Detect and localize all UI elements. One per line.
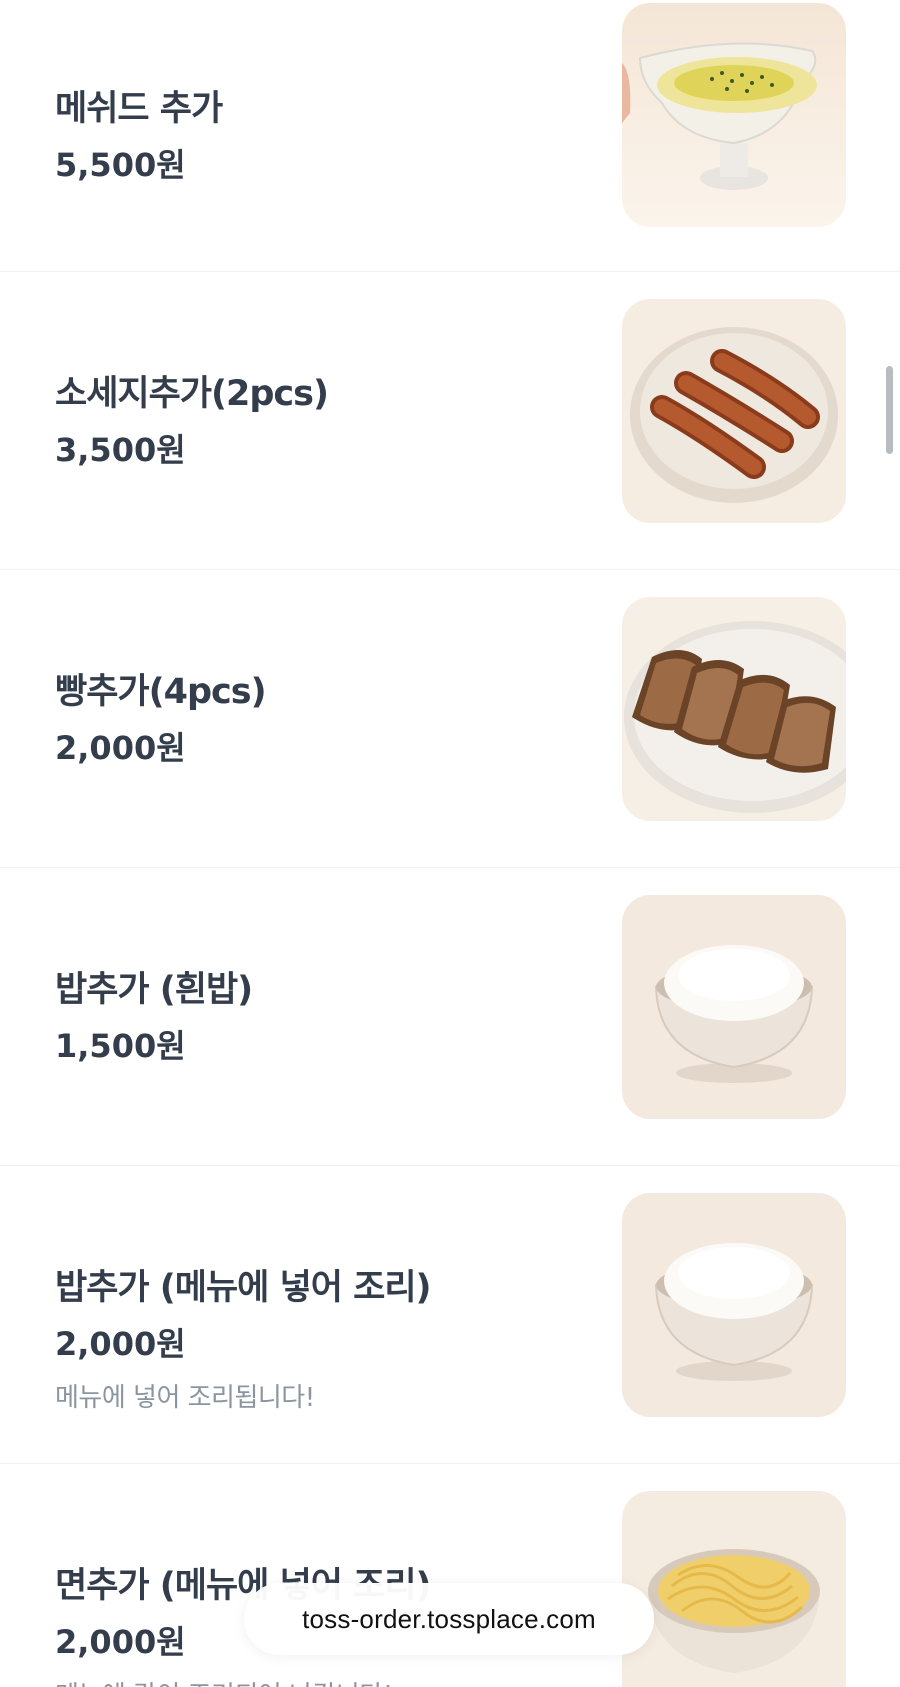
- menu-item-image[interactable]: [622, 1193, 846, 1417]
- menu-item-image[interactable]: [622, 1491, 846, 1687]
- menu-item-name: 메쉬드 추가: [55, 88, 223, 129]
- bread-slices-plate-icon: [622, 597, 846, 821]
- rice-bowl-icon: [622, 895, 846, 1119]
- menu-item-price: 2,000원: [55, 1324, 186, 1363]
- menu-item-image[interactable]: [622, 597, 846, 821]
- menu-item-name: 빵추가(4pcs): [55, 671, 267, 712]
- menu-item-description: 메뉴에 같이 조리되어 나갑니다!: [55, 1678, 595, 1687]
- menu-page: 메쉬드 추가 5,500원 소세지추가(2pcs) 3,500원 빵추가(4pc…: [0, 0, 900, 1687]
- menu-item-name: 밥추가 (흰밥): [55, 969, 253, 1010]
- menu-item-text: 소세지추가(2pcs) 3,500원: [55, 272, 595, 569]
- menu-item-image[interactable]: [622, 895, 846, 1119]
- menu-item-description: 메뉴에 넣어 조리됩니다!: [55, 1382, 315, 1413]
- menu-item-image[interactable]: [622, 299, 846, 523]
- menu-item-text: 빵추가(4pcs) 2,000원: [55, 570, 595, 867]
- mashed-potato-gravy-boat-icon: [622, 3, 846, 227]
- noodle-bowl-icon: [622, 1491, 846, 1687]
- menu-item-text: 밥추가 (메뉴에 넣어 조리) 2,000원 메뉴에 넣어 조리됩니다!: [55, 1166, 595, 1463]
- menu-item-price: 5,500원: [55, 145, 186, 184]
- rice-bowl-icon: [622, 1193, 846, 1417]
- menu-item-name: 밥추가 (메뉴에 넣어 조리): [55, 1267, 432, 1308]
- menu-item-mashed[interactable]: 메쉬드 추가 5,500원: [0, 0, 900, 272]
- browser-url-bar[interactable]: toss-order.tossplace.com: [244, 1583, 654, 1655]
- menu-item-name: 소세지추가(2pcs): [55, 373, 329, 414]
- menu-item-bread[interactable]: 빵추가(4pcs) 2,000원: [0, 570, 900, 868]
- menu-item-price: 2,000원: [55, 728, 186, 767]
- sausages-plate-icon: [622, 299, 846, 523]
- menu-list: 메쉬드 추가 5,500원 소세지추가(2pcs) 3,500원 빵추가(4pc…: [0, 0, 900, 1687]
- menu-item-price: 1,500원: [55, 1026, 186, 1065]
- menu-item-image[interactable]: [622, 3, 846, 227]
- menu-item-rice-cooked[interactable]: 밥추가 (메뉴에 넣어 조리) 2,000원 메뉴에 넣어 조리됩니다!: [0, 1166, 900, 1464]
- menu-item-sausage[interactable]: 소세지추가(2pcs) 3,500원: [0, 272, 900, 570]
- menu-item-price: 3,500원: [55, 430, 186, 469]
- menu-item-text: 메쉬드 추가 5,500원: [55, 0, 595, 271]
- menu-item-text: 밥추가 (흰밥) 1,500원: [55, 868, 595, 1165]
- menu-item-rice-white[interactable]: 밥추가 (흰밥) 1,500원: [0, 868, 900, 1166]
- scrollbar[interactable]: [886, 366, 893, 454]
